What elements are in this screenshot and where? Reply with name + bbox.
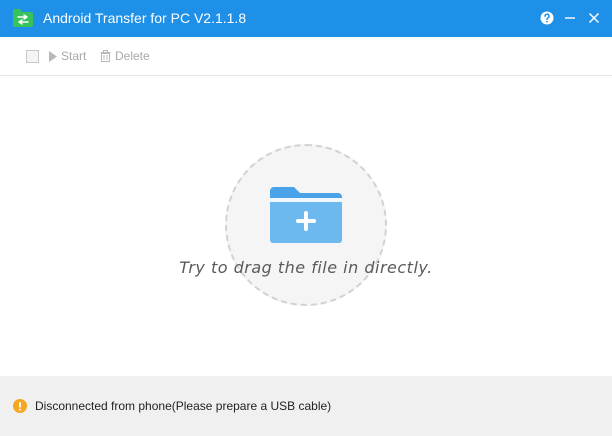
app-window: Android Transfer for PC V2.1.1.8 Start D… <box>0 0 612 436</box>
start-button[interactable]: Start <box>49 37 86 75</box>
connection-status-text: Disconnected from phone(Please prepare a… <box>35 399 332 413</box>
window-title: Android Transfer for PC V2.1.1.8 <box>43 10 247 26</box>
start-label: Start <box>61 49 87 63</box>
drop-hint-text: Try to drag the file in directly. <box>179 258 433 277</box>
title-bar[interactable]: Android Transfer for PC V2.1.1.8 <box>0 0 612 37</box>
delete-button[interactable]: Delete <box>100 37 150 75</box>
toolbar: Start Delete <box>0 37 612 76</box>
close-icon <box>589 13 599 23</box>
add-folder-icon[interactable] <box>270 185 342 243</box>
warning-icon <box>13 399 27 413</box>
trash-icon <box>100 50 111 62</box>
help-button[interactable] <box>537 8 557 28</box>
minimize-button[interactable] <box>560 8 580 28</box>
select-all-checkbox[interactable] <box>26 50 39 63</box>
close-button[interactable] <box>584 8 604 28</box>
play-icon <box>49 50 57 62</box>
help-icon <box>540 11 554 25</box>
minimize-icon <box>565 17 575 19</box>
transfer-app-icon <box>13 9 33 27</box>
status-bar: Disconnected from phone(Please prepare a… <box>0 376 612 436</box>
delete-label: Delete <box>115 49 150 63</box>
